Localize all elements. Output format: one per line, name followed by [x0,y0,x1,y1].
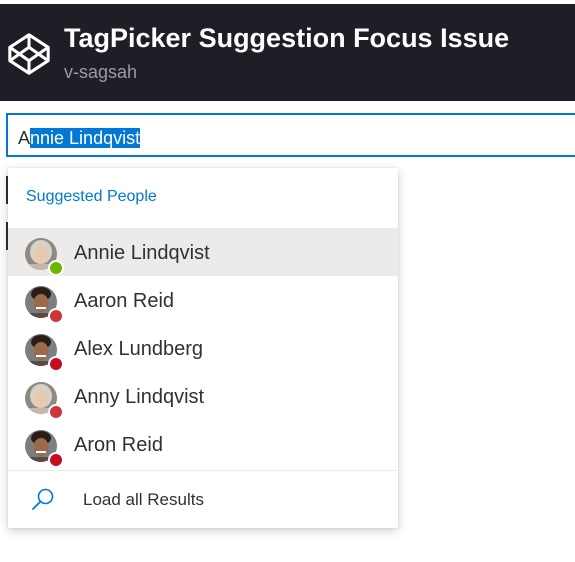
avatar [25,286,64,324]
suggestion-name: Alex Lundberg [74,338,203,360]
load-all-results-button[interactable]: Load all Results [8,471,398,528]
presence-busy-icon [48,308,64,324]
suggestion-name: Anny Lindqvist [74,386,205,408]
suggestion-item[interactable]: Alex Lundberg [8,324,398,372]
page-header: TagPicker Suggestion Focus Issue v-sagsa… [0,4,575,101]
typed-text: A [18,128,31,148]
suggestion-item[interactable]: Aron Reid [8,420,398,468]
suggestions-list: Annie Lindqvist Aaron Reid Alex Lundberg… [8,228,398,468]
autocomplete-selection: nnie Lindqvist [30,128,141,148]
avatar [25,238,64,276]
suggestion-item[interactable]: Anny Lindqvist [8,372,398,420]
presence-online-icon [48,260,64,276]
load-all-label: Load all Results [83,490,204,509]
suggestion-name: Aaron Reid [74,290,175,312]
avatar [25,430,64,468]
page-title: TagPicker Suggestion Focus Issue [64,23,510,53]
avatar [25,382,64,420]
author-name[interactable]: v-sagsah [64,62,137,83]
tag-picker-input[interactable]: Annie Lindqvist [6,113,575,157]
suggestion-item[interactable]: Annie Lindqvist [8,228,398,276]
suggestion-name: Annie Lindqvist [74,242,210,264]
suggestion-item[interactable]: Aaron Reid [8,276,398,324]
suggestions-header: Suggested People [26,188,157,205]
suggestions-callout: Suggested People Annie Lindqvist Aaron R… [8,168,398,528]
avatar [25,334,64,372]
search-icon [32,488,54,510]
suggestion-name: Aron Reid [74,434,163,456]
presence-dnd-icon [48,356,64,372]
presence-busy-icon [48,404,64,420]
picker-text[interactable]: Annie Lindqvist [18,127,141,149]
presence-dnd-icon [48,452,64,468]
codepen-logo-icon [8,33,50,75]
